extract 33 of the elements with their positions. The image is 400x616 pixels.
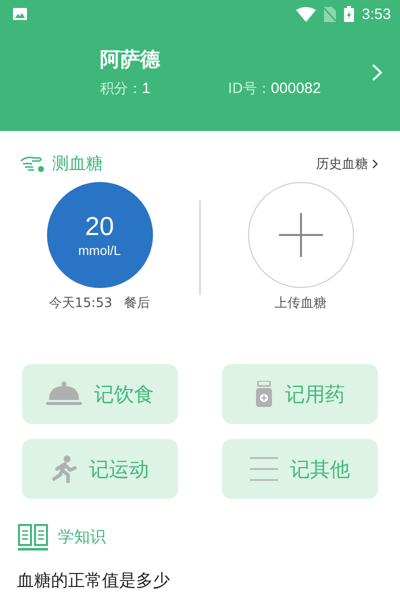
pill-bottle-icon <box>255 381 273 407</box>
plus-icon <box>278 213 322 257</box>
reading-circle[interactable]: 20 mmol/L <box>46 182 152 288</box>
history-link[interactable]: 历史血糖 <box>316 154 368 172</box>
status-time: 3:53 <box>362 6 391 22</box>
id-label: ID号： <box>228 80 271 98</box>
book-icon <box>18 523 48 551</box>
cloche-icon <box>46 381 82 407</box>
no-sim-icon <box>324 6 336 22</box>
points-value: 1 <box>142 80 150 98</box>
reading-time: 今天15:53 <box>48 295 112 312</box>
chevron-right-icon <box>372 64 382 80</box>
section-title: 测血糖 <box>52 153 103 175</box>
runner-icon <box>51 455 77 483</box>
chevron-right-icon <box>372 158 378 168</box>
meal-tag: 餐后 <box>124 294 150 312</box>
wifi-icon <box>296 6 316 22</box>
record-button[interactable]: 记运动 <box>22 439 178 499</box>
record-button[interactable]: 记其他 <box>222 439 378 499</box>
battery-icon <box>344 6 354 22</box>
section-title: 学知识 <box>58 526 106 548</box>
record-button[interactable]: 记用药 <box>222 364 378 424</box>
upload-button[interactable] <box>248 182 354 288</box>
article-title[interactable]: 血糖的正常值是多少 <box>0 569 400 592</box>
reading-value: 20 <box>85 212 114 240</box>
upload-label: 上传血糖 <box>274 295 326 312</box>
image-icon <box>13 8 27 20</box>
user-name: 阿萨德 <box>100 46 162 72</box>
reading-unit: mmol/L <box>78 243 121 258</box>
record-button[interactable]: 记饮食 <box>22 364 178 424</box>
points-label: 积分： <box>100 80 142 98</box>
lines-icon <box>250 456 278 482</box>
id-value: 000082 <box>270 80 321 98</box>
